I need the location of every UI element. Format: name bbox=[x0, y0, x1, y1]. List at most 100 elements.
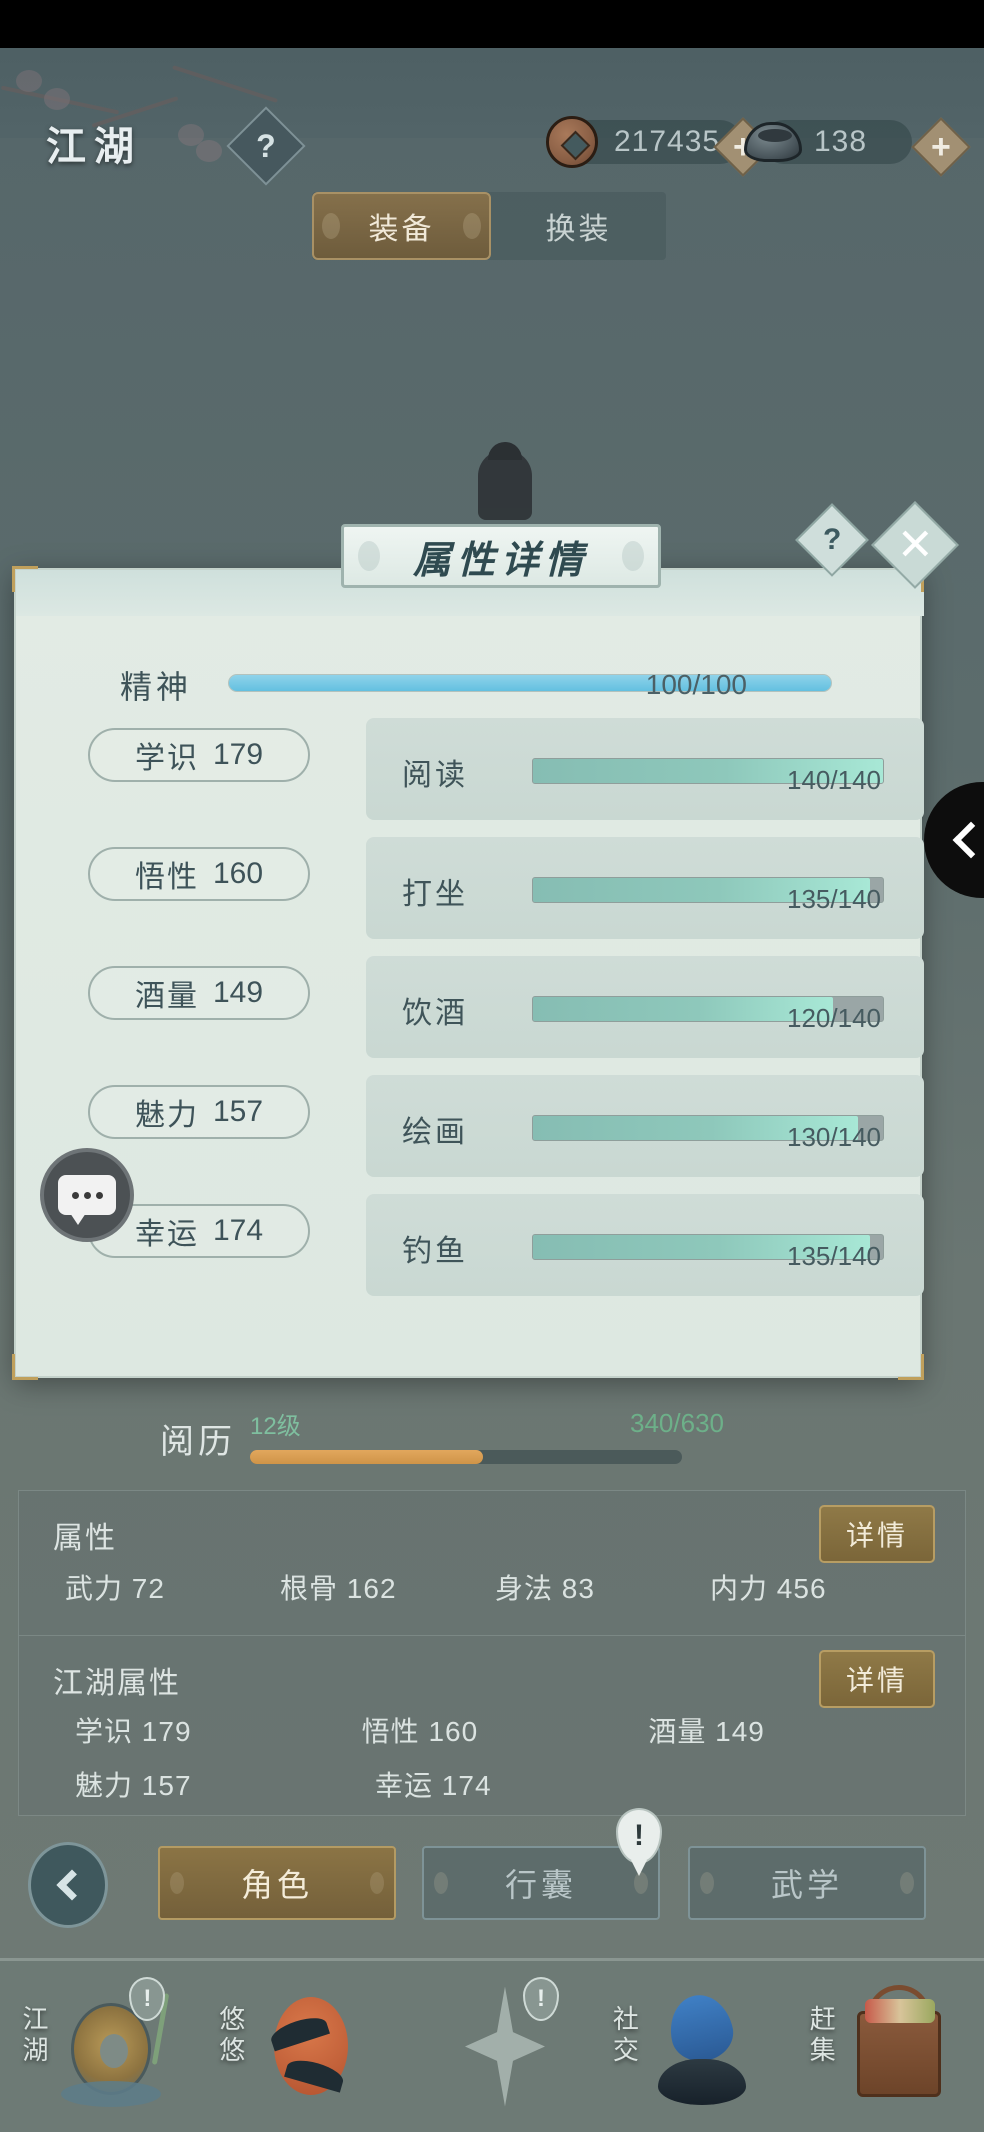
modal-body: 学识 179 悟性 160 酒量 149 魅力 157 幸运 174 阅读 14… bbox=[16, 718, 924, 1338]
attribute-name: 武力 bbox=[65, 1573, 124, 1604]
jianghu-name: 酒量 bbox=[648, 1716, 707, 1747]
corner-ornament-br bbox=[898, 1354, 924, 1380]
jianghu-item: 学识 179 bbox=[75, 1710, 362, 1750]
nav-item-youyou[interactable]: 悠悠 bbox=[197, 1961, 394, 2132]
skill-card-painting[interactable]: 绘画 130/140 bbox=[366, 1075, 924, 1177]
attribute-value: 456 bbox=[776, 1573, 827, 1604]
attribute-value: 83 bbox=[561, 1573, 595, 1604]
bottom-nav-bar: 江湖 ! 悠悠 ! 社交 赶集 bbox=[0, 1958, 984, 2132]
tab-equipment[interactable]: 装备 bbox=[312, 192, 491, 260]
experience-label: 阅历 bbox=[160, 1423, 236, 1461]
spirit-value: 100/100 bbox=[645, 669, 747, 700]
skill-label: 饮酒 bbox=[402, 997, 468, 1030]
skill-value: 120/140 bbox=[787, 1003, 881, 1033]
spirit-label: 精神 bbox=[120, 669, 193, 705]
chat-float-button[interactable] bbox=[40, 1148, 134, 1242]
pill-wuxing[interactable]: 悟性 160 bbox=[88, 847, 310, 901]
skill-bar: 130/140 bbox=[532, 1115, 884, 1152]
jianghu-row: 学识 179 悟性 160 酒量 149 bbox=[75, 1710, 935, 1750]
nav-item-jianghu[interactable]: 江湖 ! bbox=[0, 1961, 197, 2132]
modal-title-plaque: 属性详情 bbox=[341, 524, 661, 588]
add-ingot-button[interactable] bbox=[911, 117, 971, 177]
attribute-value: 72 bbox=[131, 1573, 165, 1604]
action-button-character[interactable]: 角色 bbox=[158, 1846, 396, 1920]
experience-level: 12级 bbox=[250, 1413, 301, 1440]
attribute-item: 武力 72 bbox=[65, 1567, 280, 1607]
pill-label: 学识 bbox=[134, 742, 199, 775]
skill-bar: 120/140 bbox=[532, 996, 884, 1033]
attribute-name: 内力 bbox=[710, 1573, 769, 1604]
experience-row: 阅历 12级 340/630 bbox=[0, 1398, 984, 1472]
skill-card-fishing[interactable]: 钓鱼 135/140 bbox=[366, 1194, 924, 1296]
top-bar: 江湖 ? 217435 138 bbox=[0, 48, 984, 186]
attributes-detail-button[interactable]: 详情 bbox=[819, 1505, 935, 1563]
nav-label: 赶集 bbox=[806, 2005, 837, 2067]
skill-label: 绘画 bbox=[402, 1116, 468, 1149]
attributes-header: 属性 bbox=[53, 1522, 117, 1555]
ingot-value: 138 bbox=[814, 125, 868, 158]
skill-value: 135/140 bbox=[787, 1241, 881, 1271]
jianghu-name: 魅力 bbox=[75, 1770, 134, 1801]
skill-card-drinking[interactable]: 饮酒 120/140 bbox=[366, 956, 924, 1058]
nav-label: 悠悠 bbox=[215, 2005, 246, 2067]
pill-jiuliang[interactable]: 酒量 149 bbox=[88, 966, 310, 1020]
character-avatar bbox=[478, 442, 532, 520]
jianghu-attributes-grid: 学识 179 悟性 160 酒量 149 魅力 157 幸运 174 bbox=[75, 1710, 935, 1818]
pill-xueshi[interactable]: 学识 179 bbox=[88, 728, 310, 782]
pill-label: 魅力 bbox=[134, 1099, 199, 1132]
skill-value: 140/140 bbox=[787, 765, 881, 795]
close-icon-glyph: ✕ bbox=[896, 520, 934, 569]
jianghu-detail-button[interactable]: 详情 bbox=[819, 1650, 935, 1708]
experience-value: 340/630 bbox=[630, 1408, 724, 1438]
skill-value: 135/140 bbox=[787, 884, 881, 914]
market-basket-icon bbox=[843, 1981, 955, 2113]
attribute-detail-modal: 属性详情 ? ✕ 精神 100/100 学识 179 悟性 160 酒量 149… bbox=[12, 501, 959, 1380]
attribute-item: 身法 83 bbox=[495, 1567, 710, 1607]
pill-label: 幸运 bbox=[134, 1218, 199, 1251]
attributes-grid: 武力 72 根骨 162 身法 83 内力 456 bbox=[65, 1567, 925, 1607]
youyou-icon bbox=[252, 1981, 364, 2113]
spirit-bar: 100/100 bbox=[228, 669, 832, 700]
nav-item-center[interactable]: ! bbox=[394, 1961, 591, 2132]
jianghu-attributes-header: 江湖属性 bbox=[53, 1667, 181, 1700]
skill-label: 打坐 bbox=[402, 878, 468, 911]
back-button[interactable] bbox=[28, 1842, 108, 1928]
skill-card-meditation[interactable]: 打坐 135/140 bbox=[366, 837, 924, 939]
attribute-item: 根骨 162 bbox=[280, 1567, 495, 1607]
action-button-martial-arts[interactable]: 武学 bbox=[688, 1846, 926, 1920]
jianghu-value: 174 bbox=[441, 1770, 492, 1801]
social-icon bbox=[646, 1981, 758, 2113]
currency-ingot[interactable]: 138 bbox=[744, 120, 912, 164]
skill-card-reading[interactable]: 阅读 140/140 bbox=[366, 718, 924, 820]
corner-ornament-tl bbox=[12, 566, 38, 592]
pill-value: 149 bbox=[212, 976, 264, 1009]
chevron-left-icon bbox=[56, 1869, 88, 1901]
compass-star-icon: ! bbox=[449, 1976, 561, 2113]
skill-bar: 140/140 bbox=[532, 758, 884, 795]
modal-help-icon[interactable]: ? bbox=[795, 503, 869, 577]
nav-item-ganji[interactable]: 赶集 bbox=[787, 1961, 984, 2132]
skill-label: 钓鱼 bbox=[402, 1235, 468, 1268]
action-button-row: 角色 行囊 武学 bbox=[0, 1824, 984, 1942]
skill-bar: 135/140 bbox=[532, 877, 884, 914]
modal-title: 属性详情 bbox=[412, 539, 589, 582]
jianghu-value: 179 bbox=[141, 1716, 192, 1747]
skill-card-column: 阅读 140/140 打坐 135/140 饮酒 120/140 绘画 130/… bbox=[366, 718, 926, 1313]
pill-value: 179 bbox=[212, 738, 264, 771]
nav-label: 社交 bbox=[609, 2005, 640, 2067]
jianghu-name: 幸运 bbox=[375, 1770, 434, 1801]
coin-value: 217435 bbox=[614, 125, 721, 158]
attribute-name: 身法 bbox=[495, 1573, 554, 1604]
currency-coin[interactable]: 217435 bbox=[546, 116, 742, 168]
pill-label: 悟性 bbox=[134, 861, 199, 894]
equip-tab-row: 装备 换装 bbox=[312, 192, 666, 260]
jianghu-item: 魅力 157 bbox=[75, 1764, 375, 1804]
collapse-panel-arrow[interactable] bbox=[924, 782, 984, 898]
pill-meili[interactable]: 魅力 157 bbox=[88, 1085, 310, 1139]
app-logo: 江湖 bbox=[46, 124, 142, 169]
nav-item-shejiao[interactable]: 社交 bbox=[590, 1961, 787, 2132]
skill-label: 阅读 bbox=[402, 759, 468, 792]
tab-change-outfit[interactable]: 换装 bbox=[491, 192, 666, 260]
chat-bubble-icon bbox=[58, 1175, 116, 1225]
skill-value: 130/140 bbox=[787, 1122, 881, 1152]
